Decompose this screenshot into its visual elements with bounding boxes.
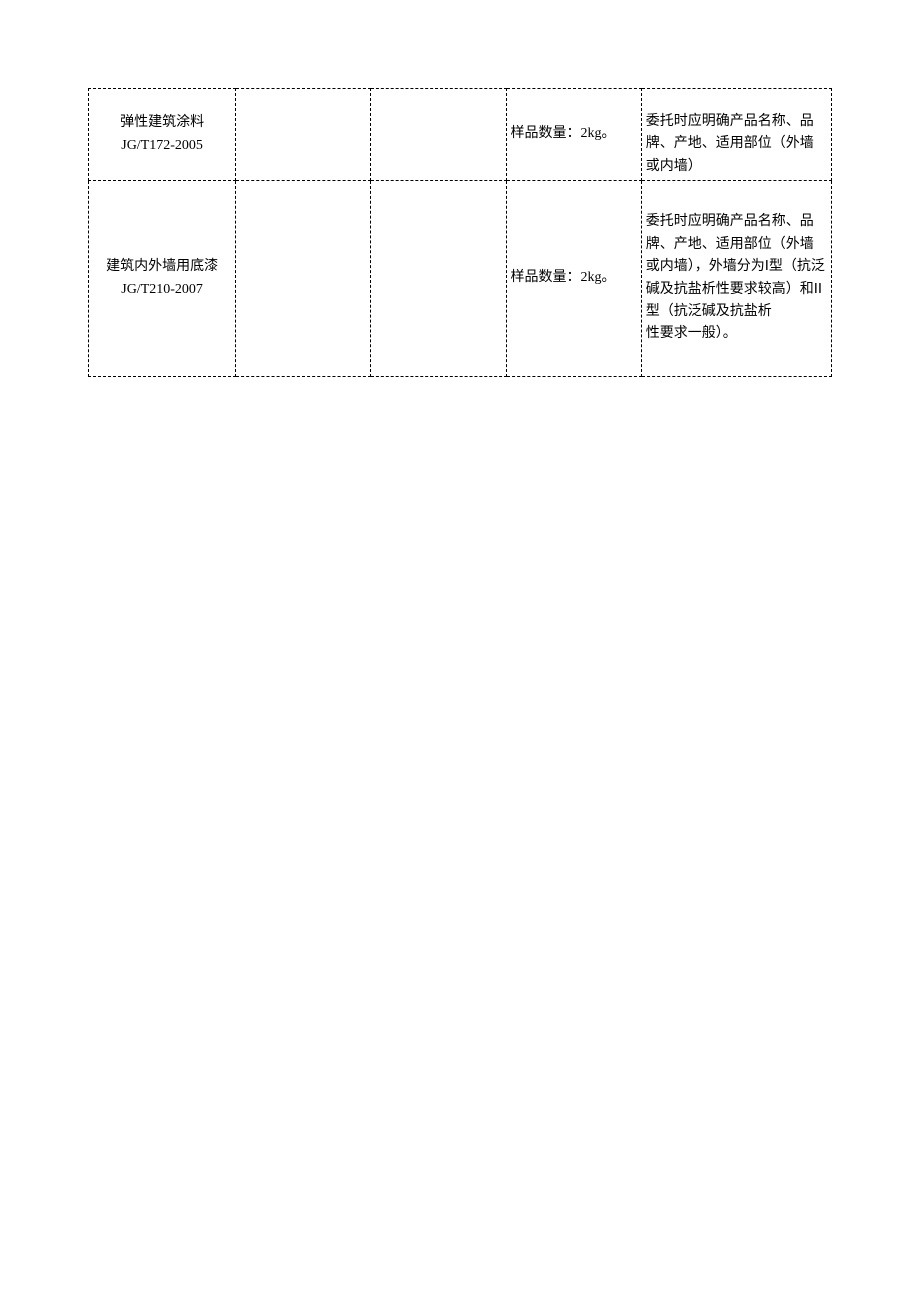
product-name-cell: 建筑内外墙用底漆JG/T210-2007 (89, 181, 236, 377)
empty-cell (236, 89, 371, 181)
specification-table: 弹性建筑涂料JG/T172-2005 样品数量：2kg。 委托时应明确产品名称、… (88, 88, 832, 377)
table-row: 弹性建筑涂料JG/T172-2005 样品数量：2kg。 委托时应明确产品名称、… (89, 89, 832, 181)
sample-quantity-cell: 样品数量：2kg。 (506, 89, 641, 181)
note-cell: 委托时应明确产品名称、品牌、产地、适用部位（外墙或内墙），外墙分为Ⅰ型（抗泛碱及… (641, 181, 831, 377)
product-name-cell: 弹性建筑涂料JG/T172-2005 (89, 89, 236, 181)
note-cell: 委托时应明确产品名称、品牌、产地、适用部位（外墙或内墙） (641, 89, 831, 181)
empty-cell (236, 181, 371, 377)
sample-quantity-cell: 样品数量：2kg。 (506, 181, 641, 377)
table-row: 建筑内外墙用底漆JG/T210-2007 样品数量：2kg。 委托时应明确产品名… (89, 181, 832, 377)
empty-cell (371, 89, 506, 181)
empty-cell (371, 181, 506, 377)
